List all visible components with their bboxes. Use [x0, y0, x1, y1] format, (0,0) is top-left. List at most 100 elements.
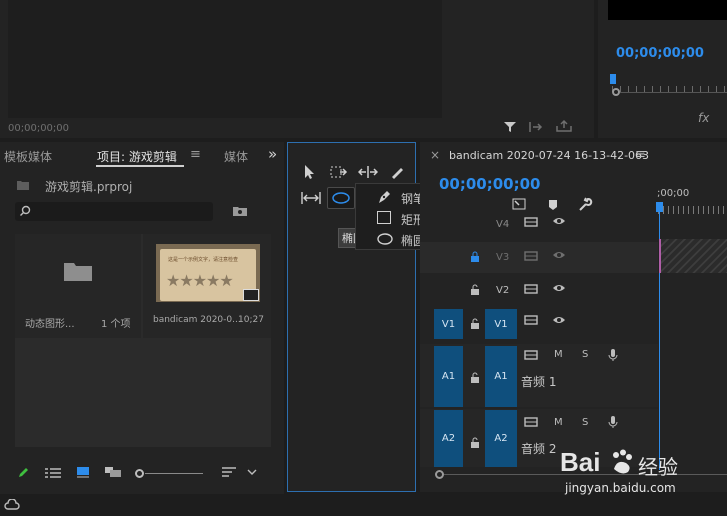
ellipse-icon: [332, 192, 350, 204]
track-v3-row[interactable]: [420, 242, 658, 273]
bin-item-name: 动态图形...: [25, 319, 75, 330]
a1-mute-button[interactable]: M: [554, 349, 563, 360]
clip-item[interactable]: 这是一个示例文字，请注意检查 ★★★★★ bandicam 2020-0... …: [143, 234, 271, 338]
search-icon: [19, 205, 31, 217]
a1-solo-button[interactable]: S: [582, 349, 588, 360]
a2-solo-button[interactable]: S: [582, 417, 588, 428]
insert-icon[interactable]: [528, 120, 546, 134]
sequence-menu-icon[interactable]: ≡: [635, 147, 646, 162]
v4-film-icon[interactable]: [524, 216, 538, 228]
track-v3-name: V3: [496, 252, 510, 263]
sequence-tab[interactable]: bandicam 2020-07-24 16-13-42-063: [449, 149, 649, 162]
sort-chevron-down-icon[interactable]: [247, 469, 257, 475]
fx-label: fx: [698, 111, 710, 125]
clip-audio-badge: [243, 289, 259, 301]
filter-icon[interactable]: [503, 120, 517, 134]
tab-project[interactable]: 项目: 游戏剪辑: [97, 148, 177, 165]
source-monitor-panel: 00;00;00;00: [0, 0, 594, 138]
a1-source-patch[interactable]: A1: [434, 346, 463, 407]
watermark: Bai 经验 jingyan.baidu.com: [560, 445, 725, 500]
list-view-icon[interactable]: [45, 468, 61, 478]
slip-tool-icon[interactable]: [301, 191, 321, 205]
v2-film-icon[interactable]: [524, 283, 538, 295]
v1-track-target[interactable]: V1: [485, 309, 517, 339]
watermark-url: jingyan.baidu.com: [565, 481, 676, 495]
thumb-card: 这是一个示例文字，请注意检查 ★★★★★: [160, 249, 256, 301]
clip-item-duration: 10;27: [238, 315, 264, 325]
creative-cloud-icon[interactable]: [4, 499, 20, 511]
pen-icon: [376, 189, 392, 205]
timeline-scroll-handle[interactable]: [435, 470, 444, 479]
zoom-bar[interactable]: [620, 92, 727, 93]
a1-mic-icon[interactable]: [608, 348, 618, 362]
program-timecode[interactable]: 00;00;00;00: [616, 46, 704, 61]
playhead-marker[interactable]: [610, 74, 616, 84]
wrench-icon[interactable]: [577, 197, 593, 213]
zoom-slider-handle[interactable]: [135, 469, 144, 478]
add-marker-icon[interactable]: [548, 199, 558, 211]
new-search-bin-icon[interactable]: [232, 205, 248, 217]
a2-track-target[interactable]: A2: [485, 410, 517, 467]
export-frame-icon[interactable]: [555, 119, 573, 133]
freeform-view-icon[interactable]: [104, 466, 122, 478]
project-items-grid: 动态图形... 1 个项 这是一个示例文字，请注意检查 ★★★★★ bandic…: [15, 234, 271, 447]
a2-source-patch[interactable]: A2: [434, 410, 463, 467]
zoom-slider[interactable]: [135, 468, 205, 478]
icon-view-icon[interactable]: [76, 466, 90, 478]
zoom-handle[interactable]: [612, 88, 620, 96]
paw-icon: [610, 449, 634, 475]
track-v4-row[interactable]: [420, 212, 658, 242]
a2-film-icon[interactable]: [524, 416, 538, 428]
v1-film-icon[interactable]: [524, 314, 538, 326]
sort-icon[interactable]: [222, 467, 236, 477]
tab-media-browser[interactable]: 媒体: [224, 148, 248, 165]
track-v2-row[interactable]: [420, 274, 658, 305]
a2-mic-icon[interactable]: [608, 415, 618, 429]
tab-menu-icon[interactable]: ≡: [190, 147, 201, 162]
bin-item[interactable]: 动态图形... 1 个项: [15, 234, 141, 338]
v4-eye-icon[interactable]: [552, 216, 566, 226]
selection-tool-icon[interactable]: [303, 164, 317, 180]
v2-eye-icon[interactable]: [552, 283, 566, 293]
v2-lock-icon[interactable]: [470, 284, 480, 296]
a1-film-icon[interactable]: [524, 349, 538, 361]
a1-track-target[interactable]: A1: [485, 346, 517, 407]
flyout-ellipse-icon: [377, 233, 393, 245]
project-panel: 模板媒体 项目: 游戏剪辑 ≡ 媒体 » 游戏剪辑.prproj 动态图形...…: [0, 142, 284, 494]
search-input[interactable]: [15, 202, 213, 221]
a2-lock-icon[interactable]: [470, 437, 480, 449]
razor-tool-icon[interactable]: [389, 164, 405, 180]
track-select-tool-icon[interactable]: [330, 165, 348, 179]
a2-track-label: 音频 2: [521, 442, 557, 456]
timeline-timecode[interactable]: 00;00;00;00: [439, 175, 541, 193]
bin-item-count: 1 个项: [101, 319, 131, 330]
timeline-panel: × bandicam 2020-07-24 16-13-42-063 ≡ 00;…: [420, 142, 727, 492]
a1-track-label: 音频 1: [521, 375, 557, 389]
v1-lock-icon[interactable]: [470, 318, 480, 330]
playhead-head[interactable]: [656, 202, 663, 212]
source-monitor-screen: [8, 0, 442, 118]
program-monitor-screen: [608, 0, 727, 20]
ruler-label: ;00;00: [657, 188, 690, 199]
a1-lock-icon[interactable]: [470, 372, 480, 384]
nest-icon[interactable]: [512, 198, 526, 210]
close-icon[interactable]: ×: [430, 148, 440, 162]
v3-eye-icon[interactable]: [552, 250, 566, 260]
panel-overflow-icon[interactable]: »: [268, 145, 277, 163]
v3-clip[interactable]: [659, 239, 727, 273]
v3-lock-icon[interactable]: [470, 251, 480, 263]
timeline-ruler[interactable]: [658, 206, 727, 214]
track-v4-name: V4: [496, 219, 510, 230]
ellipse-tool-button[interactable]: [327, 187, 355, 209]
zoom-slider-track: [145, 473, 203, 474]
ripple-edit-tool-icon[interactable]: [358, 165, 378, 179]
pencil-icon[interactable]: [17, 467, 29, 479]
v1-eye-icon[interactable]: [552, 315, 566, 325]
v3-film-icon[interactable]: [524, 250, 538, 262]
rectangle-icon: [377, 211, 391, 224]
a2-mute-button[interactable]: M: [554, 417, 563, 428]
tab-template-media[interactable]: 模板媒体: [4, 148, 52, 165]
clip-item-name: bandicam 2020-0...: [153, 315, 241, 325]
track-v2-name: V2: [496, 285, 510, 296]
v1-source-patch[interactable]: V1: [434, 309, 463, 339]
